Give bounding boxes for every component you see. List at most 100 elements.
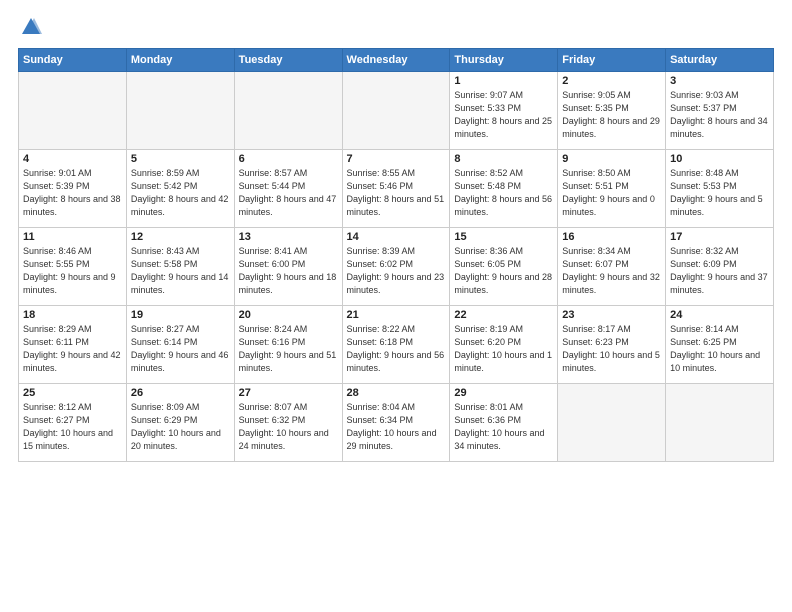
calendar-cell: 29Sunrise: 8:01 AM Sunset: 6:36 PM Dayli… [450,384,558,462]
day-number: 12 [131,231,230,243]
day-info: Sunrise: 8:55 AM Sunset: 5:46 PM Dayligh… [347,167,446,219]
day-info: Sunrise: 8:12 AM Sunset: 6:27 PM Dayligh… [23,401,122,453]
calendar-cell: 28Sunrise: 8:04 AM Sunset: 6:34 PM Dayli… [342,384,450,462]
calendar-row-0: 1Sunrise: 9:07 AM Sunset: 5:33 PM Daylig… [19,72,774,150]
day-info: Sunrise: 8:24 AM Sunset: 6:16 PM Dayligh… [239,323,338,375]
day-number: 2 [562,75,661,87]
calendar-row-1: 4 Sunrise: 9:01 AM Sunset: 5:39 PM Daylig… [19,150,774,228]
day-number: 16 [562,231,661,243]
day-number: 6 [239,153,338,165]
day-info: Sunrise: 8:48 AM Sunset: 5:53 PM Dayligh… [670,167,769,219]
calendar-cell: 11 Sunrise: 8:46 AM Sunset: 5:55 PM Dayli… [19,228,127,306]
day-info: Sunrise: 8:36 AM Sunset: 6:05 PM Dayligh… [454,245,553,297]
day-number: 24 [670,309,769,321]
calendar-cell: 3 Sunrise: 9:03 AM Sunset: 5:37 PM Daylig… [666,72,774,150]
day-number: 3 [670,75,769,87]
day-info: Sunrise: 8:34 AM Sunset: 6:07 PM Dayligh… [562,245,661,297]
day-info: Sunrise: 8:57 AM Sunset: 5:44 PM Dayligh… [239,167,338,219]
calendar-cell: 10 Sunrise: 8:48 AM Sunset: 5:53 PM Dayli… [666,150,774,228]
calendar-cell: 5 Sunrise: 8:59 AM Sunset: 5:42 PM Daylig… [126,150,234,228]
calendar-cell: 27 Sunrise: 8:07 AM Sunset: 6:32 PM Dayli… [234,384,342,462]
day-number: 21 [347,309,446,321]
day-number: 15 [454,231,553,243]
day-number: 11 [23,231,122,243]
day-number: 8 [454,153,553,165]
calendar-cell: 7 Sunrise: 8:55 AM Sunset: 5:46 PM Daylig… [342,150,450,228]
day-number: 9 [562,153,661,165]
calendar-cell: 17 Sunrise: 8:32 AM Sunset: 6:09 PM Dayli… [666,228,774,306]
day-info: Sunrise: 8:52 AM Sunset: 5:48 PM Dayligh… [454,167,553,219]
header [18,16,774,38]
calendar-cell [19,72,127,150]
calendar-cell [666,384,774,462]
day-info: Sunrise: 8:50 AM Sunset: 5:51 PM Dayligh… [562,167,661,219]
calendar-cell: 8 Sunrise: 8:52 AM Sunset: 5:48 PM Daylig… [450,150,558,228]
day-number: 22 [454,309,553,321]
day-info: Sunrise: 8:27 AM Sunset: 6:14 PM Dayligh… [131,323,230,375]
calendar-cell [126,72,234,150]
day-info: Sunrise: 8:29 AM Sunset: 6:11 PM Dayligh… [23,323,122,375]
weekday-header-thursday: Thursday [450,49,558,72]
day-number: 5 [131,153,230,165]
day-number: 29 [454,387,553,399]
day-number: 17 [670,231,769,243]
day-info: Sunrise: 8:59 AM Sunset: 5:42 PM Dayligh… [131,167,230,219]
day-info: Sunrise: 8:09 AM Sunset: 6:29 PM Dayligh… [131,401,230,453]
day-number: 4 [23,153,122,165]
day-info: Sunrise: 8:22 AM Sunset: 6:18 PM Dayligh… [347,323,446,375]
calendar-cell: 12 Sunrise: 8:43 AM Sunset: 5:58 PM Dayli… [126,228,234,306]
calendar-cell: 23Sunrise: 8:17 AM Sunset: 6:23 PM Dayli… [558,306,666,384]
calendar-cell: 14 Sunrise: 8:39 AM Sunset: 6:02 PM Dayli… [342,228,450,306]
day-number: 18 [23,309,122,321]
calendar-cell: 9 Sunrise: 8:50 AM Sunset: 5:51 PM Daylig… [558,150,666,228]
calendar-table: SundayMondayTuesdayWednesdayThursdayFrid… [18,48,774,462]
calendar-cell: 24Sunrise: 8:14 AM Sunset: 6:25 PM Dayli… [666,306,774,384]
calendar-cell: 15 Sunrise: 8:36 AM Sunset: 6:05 PM Dayli… [450,228,558,306]
day-info: Sunrise: 9:05 AM Sunset: 5:35 PM Dayligh… [562,89,661,141]
day-info: Sunrise: 9:01 AM Sunset: 5:39 PM Dayligh… [23,167,122,219]
calendar-cell: 21 Sunrise: 8:22 AM Sunset: 6:18 PM Dayli… [342,306,450,384]
weekday-header-row: SundayMondayTuesdayWednesdayThursdayFrid… [19,49,774,72]
weekday-header-saturday: Saturday [666,49,774,72]
calendar-cell: 26 Sunrise: 8:09 AM Sunset: 6:29 PM Dayli… [126,384,234,462]
calendar-cell: 16 Sunrise: 8:34 AM Sunset: 6:07 PM Dayli… [558,228,666,306]
day-number: 26 [131,387,230,399]
calendar-cell [342,72,450,150]
calendar-cell [558,384,666,462]
day-info: Sunrise: 8:07 AM Sunset: 6:32 PM Dayligh… [239,401,338,453]
day-number: 7 [347,153,446,165]
day-info: Sunrise: 9:03 AM Sunset: 5:37 PM Dayligh… [670,89,769,141]
day-info: Sunrise: 8:43 AM Sunset: 5:58 PM Dayligh… [131,245,230,297]
day-number: 27 [239,387,338,399]
weekday-header-sunday: Sunday [19,49,127,72]
calendar-cell [234,72,342,150]
calendar-cell: 22 Sunrise: 8:19 AM Sunset: 6:20 PM Dayli… [450,306,558,384]
logo [18,16,42,38]
day-number: 19 [131,309,230,321]
calendar-cell: 20 Sunrise: 8:24 AM Sunset: 6:16 PM Dayli… [234,306,342,384]
calendar-cell: 13Sunrise: 8:41 AM Sunset: 6:00 PM Dayli… [234,228,342,306]
calendar-row-2: 11 Sunrise: 8:46 AM Sunset: 5:55 PM Dayli… [19,228,774,306]
day-info: Sunrise: 8:19 AM Sunset: 6:20 PM Dayligh… [454,323,553,375]
page: SundayMondayTuesdayWednesdayThursdayFrid… [0,0,792,612]
day-number: 14 [347,231,446,243]
logo-icon [20,16,42,38]
weekday-header-tuesday: Tuesday [234,49,342,72]
calendar-cell: 1Sunrise: 9:07 AM Sunset: 5:33 PM Daylig… [450,72,558,150]
day-info: Sunrise: 8:39 AM Sunset: 6:02 PM Dayligh… [347,245,446,297]
weekday-header-monday: Monday [126,49,234,72]
calendar-cell: 19 Sunrise: 8:27 AM Sunset: 6:14 PM Dayli… [126,306,234,384]
calendar-cell: 6 Sunrise: 8:57 AM Sunset: 5:44 PM Daylig… [234,150,342,228]
calendar-cell: 2 Sunrise: 9:05 AM Sunset: 5:35 PM Daylig… [558,72,666,150]
day-number: 23 [562,309,661,321]
weekday-header-friday: Friday [558,49,666,72]
day-number: 10 [670,153,769,165]
weekday-header-wednesday: Wednesday [342,49,450,72]
day-number: 20 [239,309,338,321]
calendar-cell: 25Sunrise: 8:12 AM Sunset: 6:27 PM Dayli… [19,384,127,462]
day-info: Sunrise: 8:46 AM Sunset: 5:55 PM Dayligh… [23,245,122,297]
day-info: Sunrise: 8:32 AM Sunset: 6:09 PM Dayligh… [670,245,769,297]
calendar-row-3: 18 Sunrise: 8:29 AM Sunset: 6:11 PM Dayli… [19,306,774,384]
calendar-cell: 4 Sunrise: 9:01 AM Sunset: 5:39 PM Daylig… [19,150,127,228]
calendar-row-4: 25Sunrise: 8:12 AM Sunset: 6:27 PM Dayli… [19,384,774,462]
